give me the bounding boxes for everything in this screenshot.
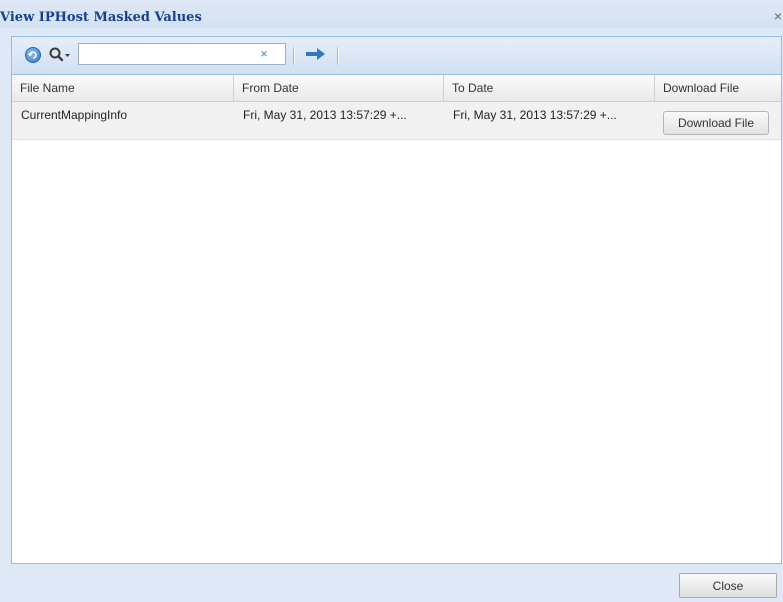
dialog-titlebar[interactable]: View IPHost Masked Values × xyxy=(0,0,783,28)
search-menu-button[interactable] xyxy=(48,45,74,65)
go-button[interactable] xyxy=(304,46,328,62)
search-icon xyxy=(49,47,70,62)
chevron-down-icon xyxy=(65,54,70,57)
table-row[interactable]: CurrentMappingInfo Fri, May 31, 2013 13:… xyxy=(12,102,781,140)
cell-file-name: CurrentMappingInfo xyxy=(21,108,128,122)
close-button[interactable]: Close xyxy=(679,573,777,598)
grid-panel: × File Name From Date To Date Download F… xyxy=(11,36,782,564)
masked-values-dialog: View IPHost Masked Values × × File Name … xyxy=(0,0,783,602)
grid-toolbar: × xyxy=(12,37,781,75)
search-input[interactable] xyxy=(78,43,286,65)
dialog-title: View IPHost Masked Values xyxy=(0,10,202,25)
column-header-from-date[interactable]: From Date xyxy=(234,75,444,101)
column-header-to-date[interactable]: To Date xyxy=(444,75,655,101)
refresh-icon[interactable] xyxy=(25,47,41,63)
cell-from-date: Fri, May 31, 2013 13:57:29 +... xyxy=(243,108,407,122)
toolbar-separator xyxy=(337,47,339,65)
download-file-button[interactable]: Download File xyxy=(663,111,769,135)
column-header-file-name[interactable]: File Name xyxy=(12,75,234,101)
column-header-download-file[interactable]: Download File xyxy=(655,75,781,101)
toolbar-separator xyxy=(293,47,295,65)
arrow-right-icon xyxy=(306,48,325,60)
cell-to-date: Fri, May 31, 2013 13:57:29 +... xyxy=(453,108,617,122)
clear-search-icon[interactable]: × xyxy=(256,46,272,62)
dialog-close-icon[interactable]: × xyxy=(771,8,783,24)
grid-header: File Name From Date To Date Download Fil… xyxy=(12,75,781,102)
